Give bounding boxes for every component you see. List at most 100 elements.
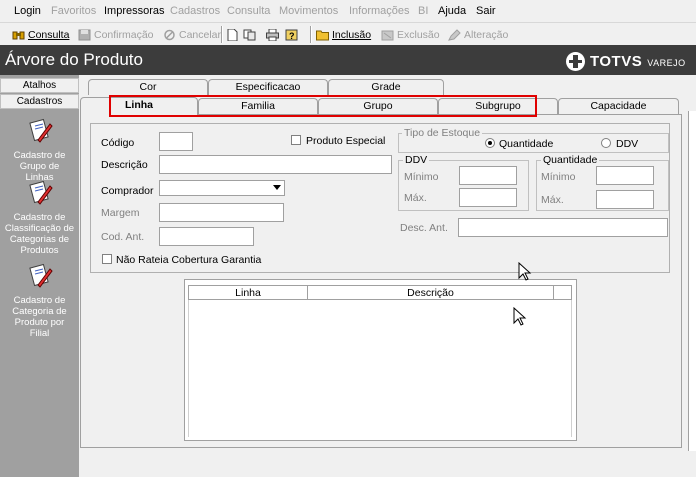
copy-button[interactable]: [243, 27, 256, 43]
margem-label: Margem: [101, 207, 140, 219]
save-icon: [78, 29, 91, 41]
menu-favoritos[interactable]: Favoritos: [51, 5, 96, 17]
comprador-select[interactable]: [159, 180, 285, 196]
sidebar-item-grupo-linhas[interactable]: Cadastro de Grupo de Linhas: [0, 118, 79, 183]
confirmacao-button[interactable]: Confirmação: [78, 27, 154, 43]
cancel-icon: [164, 29, 175, 41]
desc-ant-input[interactable]: [458, 218, 668, 237]
ddv-maximo-input[interactable]: [459, 188, 517, 207]
cancelar-label: Cancelar: [179, 29, 222, 41]
sidebar-item-label: Cadastro de Categoria de Produto por Fil…: [12, 295, 67, 339]
menu-bi[interactable]: BI: [418, 5, 428, 17]
produto-especial-label: Produto Especial: [306, 135, 386, 147]
tab-capacidade[interactable]: Capacidade: [558, 98, 679, 114]
qtd-minimo-input[interactable]: [596, 166, 654, 185]
ddv-maximo-label: Máx.: [404, 192, 427, 204]
quantidade-radio-label: Quantidade: [499, 138, 554, 150]
exclusao-button[interactable]: Exclusão: [381, 27, 440, 43]
column-header-filler: [554, 285, 572, 300]
menu-bar: Login Favoritos Impressoras Cadastros Co…: [0, 0, 696, 23]
tab-grade[interactable]: Grade: [328, 79, 444, 95]
alteracao-button[interactable]: Alteração: [448, 27, 508, 43]
menu-cadastros[interactable]: Cadastros: [170, 5, 220, 17]
delete-icon: [381, 30, 394, 41]
tab-especificacao[interactable]: Especificacao: [208, 79, 328, 95]
menu-informacoes[interactable]: Informações: [349, 5, 410, 17]
codigo-input[interactable]: [159, 132, 193, 151]
document-pencil-icon: [28, 180, 53, 205]
menu-sair[interactable]: Sair: [476, 5, 496, 17]
qtd-minimo-label: Mínimo: [541, 171, 576, 183]
quantidade-radio[interactable]: [485, 138, 495, 148]
ddv-minimo-label: Mínimo: [404, 171, 439, 183]
sidebar-item-label: Cadastro de Grupo de Linhas: [13, 150, 66, 183]
column-header-descricao[interactable]: Descrição: [308, 285, 554, 300]
print-button[interactable]: [266, 27, 279, 43]
menu-consulta[interactable]: Consulta: [227, 5, 270, 17]
cancelar-button[interactable]: Cancelar: [163, 27, 221, 43]
page-title: Árvore do Produto: [5, 50, 143, 69]
totvs-logo-icon: [566, 51, 585, 71]
ddv-radio[interactable]: [601, 138, 611, 148]
tipo-estoque-label: Tipo de Estoque: [402, 127, 483, 139]
tab-highlight-box: [109, 95, 537, 117]
sidebar-tab-atalhos[interactable]: Atalhos: [0, 78, 79, 93]
sidebar-item-label: Cadastro de Classificação de Categorias …: [4, 212, 75, 256]
edit-icon: [448, 29, 461, 41]
comprador-label: Comprador: [101, 185, 154, 197]
quantidade-group-label: Quantidade: [541, 154, 600, 166]
svg-text:?: ?: [289, 31, 295, 41]
mouse-cursor-icon: [513, 307, 527, 326]
sidebar: Atalhos Cadastros Cadastro de Grupo de L…: [0, 75, 79, 477]
confirmacao-label: Confirmação: [94, 29, 154, 41]
document-pencil-icon: [28, 263, 53, 288]
menu-movimentos[interactable]: Movimentos: [279, 5, 338, 17]
desc-ant-label: Desc. Ant.: [400, 222, 448, 234]
nao-rateia-checkbox[interactable]: [102, 254, 112, 264]
totvs-logo: TOTVS VAREJO: [566, 51, 686, 71]
ddv-radio-label: DDV: [616, 138, 639, 150]
printer-icon: [266, 29, 279, 41]
qtd-maximo-input[interactable]: [596, 190, 654, 209]
cod-ant-input[interactable]: [159, 227, 254, 246]
document-pencil-icon: [28, 118, 53, 143]
help-icon: ?: [285, 29, 298, 41]
consulta-label: Consulta: [28, 29, 70, 41]
column-header-linha[interactable]: Linha: [188, 285, 308, 300]
help-button[interactable]: ?: [285, 27, 298, 43]
sidebar-tab-cadastros[interactable]: Cadastros: [0, 94, 79, 109]
scroll-strip[interactable]: [688, 111, 696, 451]
inclusao-button[interactable]: Inclusão: [316, 27, 371, 43]
logo-subtext: VAREJO: [647, 57, 686, 68]
ddv-group-label: DDV: [403, 154, 430, 166]
ddv-minimo-input[interactable]: [459, 166, 517, 185]
title-bar: Árvore do Produto TOTVS VAREJO: [0, 45, 696, 75]
new-document-icon: [227, 29, 238, 41]
folder-icon: [316, 30, 329, 41]
margem-input[interactable]: [159, 203, 284, 222]
copy-icon: [243, 29, 256, 41]
menu-ajuda[interactable]: Ajuda: [438, 5, 466, 17]
exclusao-label: Exclusão: [397, 29, 440, 41]
descricao-label: Descrição: [101, 159, 148, 171]
sidebar-item-classificacao-categorias[interactable]: Cadastro de Classificação de Categorias …: [0, 180, 79, 256]
qtd-maximo-label: Máx.: [541, 194, 564, 206]
alteracao-label: Alteração: [464, 29, 509, 41]
menu-impressoras[interactable]: Impressoras: [104, 5, 165, 17]
codigo-label: Código: [101, 137, 135, 149]
nao-rateia-label: Não Rateia Cobertura Garantia: [116, 254, 262, 266]
binoculars-icon: [12, 31, 25, 40]
cod-ant-label: Cod. Ant.: [101, 231, 145, 243]
menu-login[interactable]: Login: [14, 5, 41, 17]
inclusao-label: Inclusão: [332, 29, 372, 41]
new-document-button[interactable]: [226, 27, 239, 43]
sidebar-item-categoria-filial[interactable]: Cadastro de Categoria de Produto por Fil…: [0, 263, 79, 339]
chevron-down-icon: [273, 185, 281, 190]
logo-text: TOTVS: [590, 52, 643, 70]
produto-especial-checkbox[interactable]: [291, 135, 301, 145]
toolbar: Consulta Confirmação Cancelar ? Inclusão…: [0, 23, 696, 46]
consulta-button[interactable]: Consulta: [12, 27, 69, 43]
descricao-input[interactable]: [159, 155, 392, 174]
mouse-cursor-icon: [518, 262, 532, 281]
tab-cor[interactable]: Cor: [88, 79, 208, 95]
